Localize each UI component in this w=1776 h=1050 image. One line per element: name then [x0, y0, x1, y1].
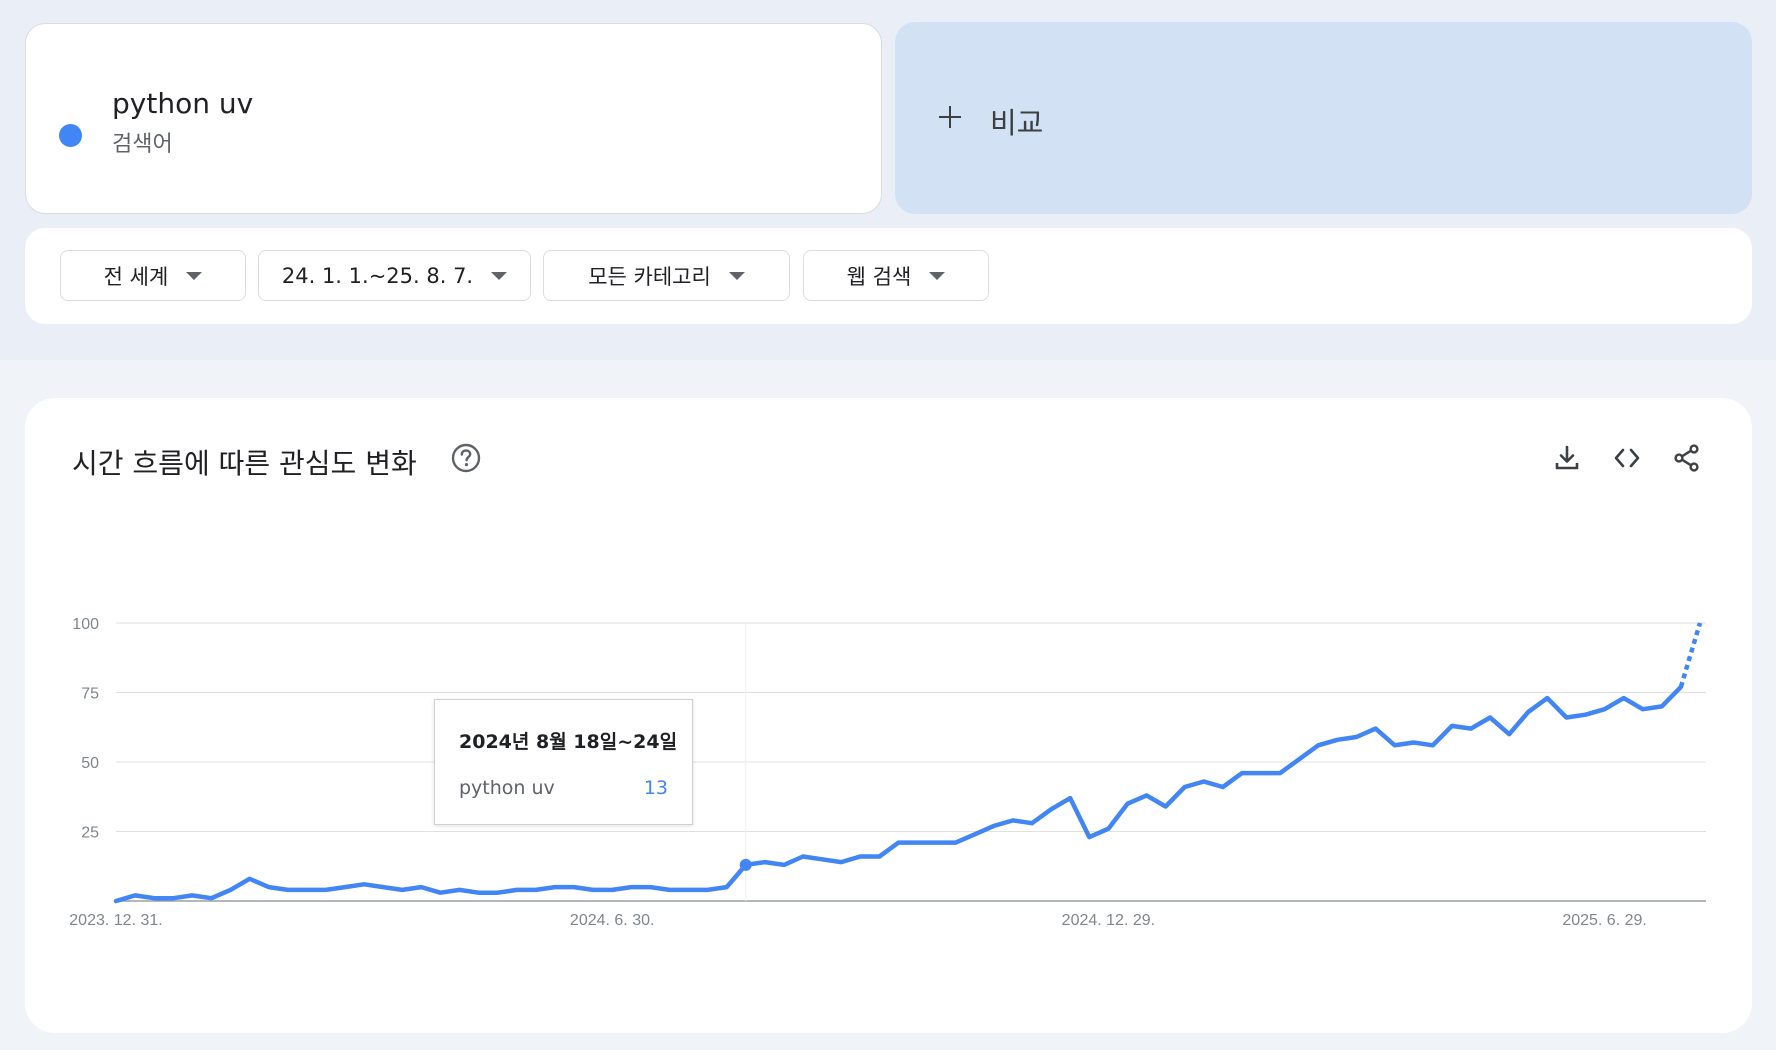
region-filter[interactable]: 전 세계	[60, 250, 246, 301]
x-tick-label: 2024. 12. 29.	[1062, 912, 1155, 929]
search-term-name[interactable]: python uv	[112, 87, 253, 120]
series-color-dot	[59, 124, 82, 147]
search-type-filter[interactable]: 웹 검색	[803, 250, 989, 301]
filter-bar: 전 세계 24. 1. 1.~25. 8. 7. 모든 카테고리 웹 검색	[25, 228, 1752, 324]
tooltip-series-name: python uv	[459, 777, 555, 799]
y-tick-label: 25	[81, 825, 99, 842]
category-filter[interactable]: 모든 카테고리	[543, 250, 790, 301]
tooltip-date: 2024년 8월 18일~24일	[459, 731, 678, 753]
y-tick-label: 100	[72, 616, 99, 633]
caret-down-icon	[728, 271, 745, 280]
data-tooltip: 2024년 8월 18일~24일 python uv 13	[434, 699, 693, 825]
tooltip-value: 13	[643, 777, 668, 799]
interest-over-time-card: 시간 흐름에 따른 관심도 변화 100 75 50 25 2023. 12. 31. 2…	[25, 398, 1752, 1033]
date-range-filter[interactable]: 24. 1. 1.~25. 8. 7.	[258, 250, 531, 301]
interest-line-chart[interactable]: 100 75 50 25 2023. 12. 31. 2024. 6. 30. 2024. …	[25, 398, 1752, 1033]
caret-down-icon	[929, 271, 946, 280]
search-term-type: 검색어	[112, 132, 173, 157]
caret-down-icon	[491, 271, 508, 280]
compare-label: 비교	[990, 106, 1044, 140]
search-type-filter-label: 웹 검색	[846, 264, 912, 289]
series-partial-segment	[1678, 622, 1703, 688]
region-filter-label: 전 세계	[103, 264, 169, 289]
y-tick-label: 50	[81, 755, 99, 772]
y-tick-label: 75	[81, 686, 99, 703]
category-filter-label: 모든 카테고리	[588, 264, 711, 289]
caret-down-icon	[186, 271, 203, 280]
x-tick-label: 2023. 12. 31.	[69, 912, 162, 929]
x-tick-label: 2025. 6. 29.	[1562, 912, 1647, 929]
search-term-card[interactable]: python uv 검색어	[25, 23, 882, 214]
highlight-point	[739, 858, 752, 871]
compare-button[interactable]: 비교	[895, 22, 1752, 214]
plus-icon	[935, 102, 965, 132]
x-tick-label: 2024. 6. 30.	[570, 912, 655, 929]
date-range-filter-label: 24. 1. 1.~25. 8. 7.	[281, 263, 474, 288]
series-line-python-uv	[113, 684, 1684, 904]
